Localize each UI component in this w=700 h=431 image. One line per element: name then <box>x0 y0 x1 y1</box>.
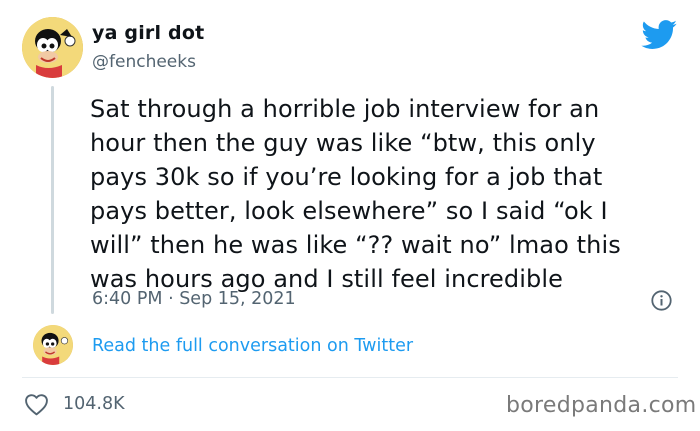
heart-icon[interactable] <box>24 393 49 416</box>
read-conversation-link[interactable]: Read the full conversation on Twitter <box>92 336 413 356</box>
tweet-timestamp[interactable]: 6:40 PM · Sep 15, 2021 <box>92 289 296 309</box>
tweet-text: Sat through a horrible job interview for… <box>90 95 621 293</box>
divider <box>22 377 678 378</box>
reply-avatar[interactable] <box>33 325 73 365</box>
watermark: boredpanda.com <box>506 393 697 418</box>
thread-connector-line <box>51 86 54 314</box>
display-name[interactable]: ya girl dot <box>92 22 204 44</box>
twitter-bird-icon[interactable] <box>641 20 678 50</box>
avatar[interactable] <box>22 17 83 78</box>
like-count: 104.8K <box>63 394 125 414</box>
user-handle[interactable]: @fencheeks <box>92 52 196 72</box>
info-icon[interactable] <box>651 290 672 311</box>
